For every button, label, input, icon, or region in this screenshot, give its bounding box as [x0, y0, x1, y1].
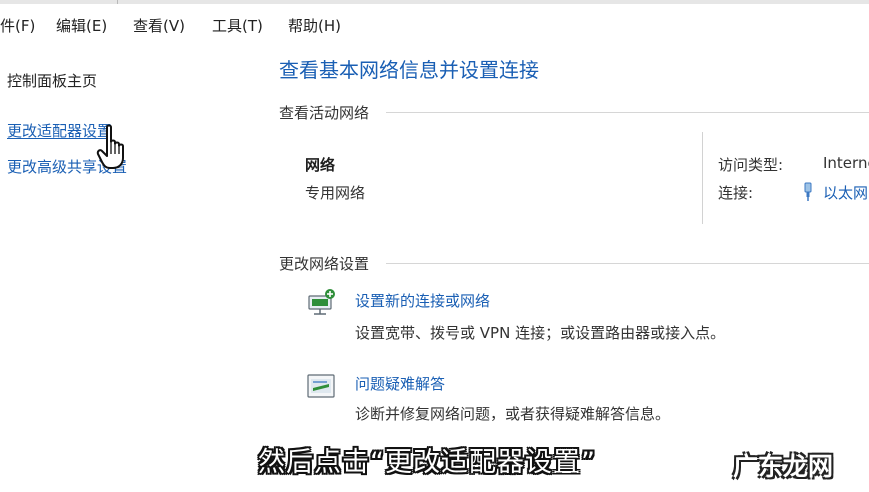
- active-networks-divider: [386, 112, 869, 113]
- troubleshoot-problems-link[interactable]: 问题疑难解答: [355, 373, 445, 394]
- menu-edit[interactable]: 编辑(E): [56, 15, 107, 36]
- troubleshoot-icon: [307, 374, 335, 398]
- menu-tools[interactable]: 工具(T): [212, 15, 263, 36]
- setup-new-connection-desc: 设置宽带、拨号或 VPN 连接；或设置路由器或接入点。: [355, 324, 726, 342]
- active-networks-header: 查看活动网络: [279, 104, 370, 122]
- video-subtitle: 然后点击“更改适配器设置”: [258, 447, 596, 478]
- troubleshoot-problems-desc: 诊断并修复网络问题，或者获得疑难解答信息。: [355, 405, 671, 423]
- network-vertical-divider: [702, 132, 703, 224]
- ethernet-connection-link[interactable]: 以太网: [823, 182, 868, 203]
- sidebar-item-control-panel-home[interactable]: 控制面板主页: [7, 70, 97, 91]
- watermark-logo: 广东龙网: [733, 452, 834, 481]
- menu-view[interactable]: 查看(V): [133, 15, 185, 36]
- menu-file[interactable]: 件(F): [0, 15, 35, 36]
- new-connection-icon: [308, 289, 335, 315]
- change-settings-divider: [386, 263, 869, 264]
- network-name: 网络: [305, 156, 336, 174]
- menu-bar: 件(F) 编辑(E) 查看(V) 工具(T) 帮助(H): [0, 4, 869, 47]
- access-type-value: Internet: [823, 154, 869, 172]
- connection-label: 连接:: [718, 184, 754, 202]
- menu-help[interactable]: 帮助(H): [288, 15, 341, 36]
- access-type-label: 访问类型:: [718, 156, 784, 174]
- network-type: 专用网络: [305, 184, 366, 202]
- sidebar: 控制面板主页 更改适配器设置 更改高级共享设置: [0, 46, 262, 492]
- hand-cursor-icon: [96, 124, 124, 169]
- main-content: 查看基本网络信息并设置连接 查看活动网络 网络 专用网络 访问类型: Inter…: [262, 46, 869, 492]
- change-network-settings-header: 更改网络设置: [279, 255, 370, 273]
- ethernet-icon: [804, 182, 812, 201]
- page-title: 查看基本网络信息并设置连接: [279, 58, 539, 82]
- setup-new-connection-link[interactable]: 设置新的连接或网络: [355, 290, 490, 311]
